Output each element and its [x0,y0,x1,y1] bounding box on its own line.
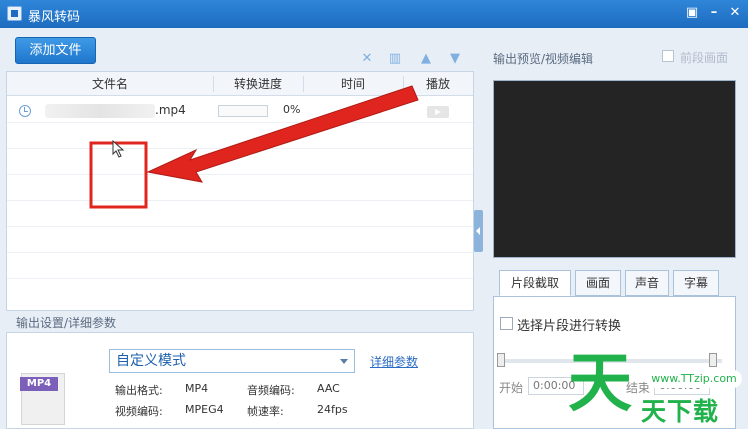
conversion-progress-bar [218,105,268,117]
move-up-icon[interactable]: ▲ [418,52,434,66]
settings-section-label: 输出设置/详细参数 [16,316,117,330]
column-divider [213,76,214,92]
column-header-progress[interactable]: 转换进度 [213,72,303,96]
column-divider [303,76,304,92]
play-icon[interactable] [427,106,449,118]
param-label: 音频编码: [247,384,295,397]
row-divider [7,226,473,227]
remove-icon[interactable]: ✕ [359,52,375,66]
chevron-down-icon [340,359,348,364]
mouse-cursor-icon [112,140,125,158]
file-list-panel: 文件名 转换进度 时间 播放 .mp4 0% [6,71,474,311]
blurred-filename [45,104,155,118]
tab-picture[interactable]: 画面 [575,270,621,296]
title-bar: 暴风转码 ▣ – ✕ [0,0,748,28]
output-settings-panel: MP4 自定义模式 详细参数 输出格式: MP4 音频编码: AAC 视频编码:… [6,332,474,429]
column-header-play[interactable]: 播放 [403,72,473,96]
clip-start-handle[interactable] [497,353,505,367]
row-divider [7,200,473,201]
start-label: 开始 [499,381,524,395]
main-area: 添加文件 ✕ ▥ ▲ ▼ 文件名 转换进度 时间 播放 .mp4 0% 输出设置… [0,28,748,429]
watermark-logo: 天 [568,346,632,421]
collapse-splitter[interactable] [474,210,483,252]
param-label: 帧速率: [247,405,284,418]
close-icon[interactable]: ✕ [726,4,744,22]
mode-select[interactable]: 自定义模式 [109,349,355,373]
param-value: AAC [317,382,340,395]
clip-checkbox-label: 选择片段进行转换 [517,319,622,334]
preview-section-label: 输出预览/视频编辑 [493,52,594,66]
watermark-url: www.TTzip.com [646,370,742,388]
trash-icon[interactable]: ▥ [387,52,403,66]
param-value: MPEG4 [185,403,224,416]
file-extension: .mp4 [155,103,186,117]
tab-subtitle[interactable]: 字幕 [673,270,719,296]
clip-checkbox[interactable] [500,317,513,330]
minimize-icon[interactable]: – [705,4,723,22]
tab-sound[interactable]: 声音 [625,270,669,296]
add-file-button[interactable]: 添加文件 [15,37,96,64]
clip-end-handle[interactable] [709,353,717,367]
window-title: 暴风转码 [28,10,81,25]
column-divider [403,76,404,92]
param-label: 输出格式: [115,384,163,397]
progress-percent: 0% [283,103,301,116]
row-divider [7,148,473,149]
format-badge: MP4 [20,377,58,391]
watermark-text: 天下载 [641,397,720,426]
mode-select-value: 自定义模式 [116,353,186,369]
app-logo-icon [7,6,22,21]
row-divider [7,174,473,175]
clock-icon [19,105,31,117]
param-label: 视频编码: [115,405,163,418]
move-down-icon[interactable]: ▼ [447,52,463,66]
video-preview [493,80,736,258]
row-divider [7,122,473,123]
pin-checkbox[interactable] [662,50,674,62]
detail-params-link[interactable]: 详细参数 [370,353,418,370]
restore-icon[interactable]: ▣ [683,4,701,22]
tab-clip[interactable]: 片段截取 [499,270,571,296]
param-value: MP4 [185,382,209,395]
row-divider [7,278,473,279]
column-header-time[interactable]: 时间 [303,72,403,96]
video-file-icon: MP4 [20,373,65,425]
pin-checkbox-label: 前段画面 [680,51,729,65]
row-divider [7,252,473,253]
column-header-filename[interactable]: 文件名 [7,72,213,96]
param-value: 24fps [317,403,348,416]
